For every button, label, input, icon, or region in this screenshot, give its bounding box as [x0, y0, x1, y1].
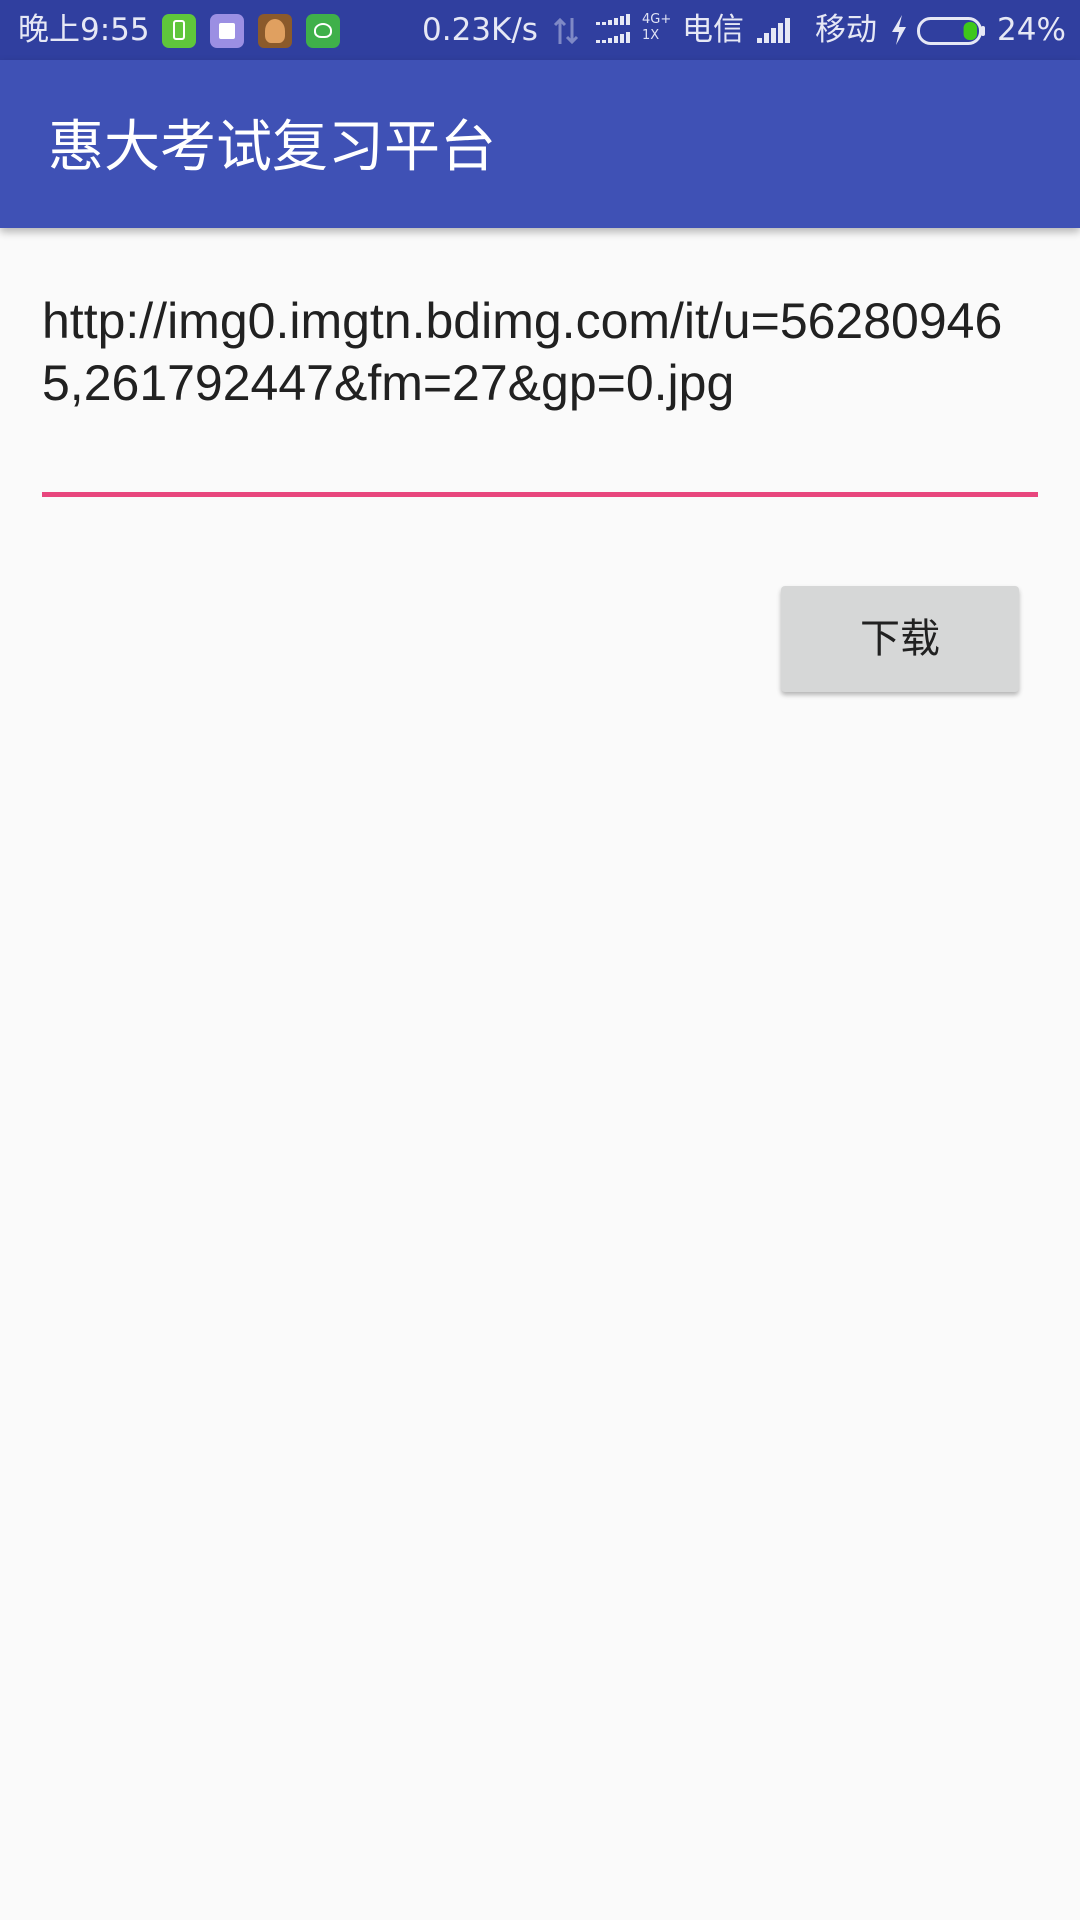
network-type-label: 4G+ 1X — [642, 12, 671, 44]
app-title: 惠大考试复习平台 — [48, 115, 496, 180]
game-avatar-icon — [258, 14, 292, 48]
network-type-top: 4G+ — [642, 12, 672, 27]
battery-percent: 24% — [997, 12, 1066, 48]
status-bar: 晚上9:55 0.23K/s 4G+ 1X 电信 移动 24% — [0, 0, 1080, 60]
signal-strength-icon-2 — [757, 18, 790, 43]
network-speed: 0.23K/s — [422, 12, 538, 48]
url-input-underline — [42, 492, 1038, 497]
phone-manager-icon — [162, 14, 196, 48]
app-bar: 惠大考试复习平台 — [0, 60, 1080, 228]
charging-icon — [892, 15, 906, 45]
carrier-label-2: 移动 — [815, 12, 877, 48]
battery-icon — [917, 17, 985, 45]
network-type-bottom: 1X — [642, 28, 660, 43]
app-screen: 晚上9:55 0.23K/s 4G+ 1X 电信 移动 24% 惠大考试复习平台… — [0, 0, 1080, 1920]
url-input[interactable]: http://img0.imgtn.bdimg.com/it/u=5628094… — [42, 290, 1038, 414]
android-app-icon — [306, 14, 340, 48]
data-activity-icon — [553, 17, 579, 45]
carrier-label-1: 电信 — [682, 12, 744, 48]
status-time: 晚上9:55 — [18, 12, 150, 48]
cards-app-icon — [210, 14, 244, 48]
download-button[interactable]: 下载 — [781, 586, 1019, 692]
signal-strength-icon-1 — [596, 14, 630, 43]
